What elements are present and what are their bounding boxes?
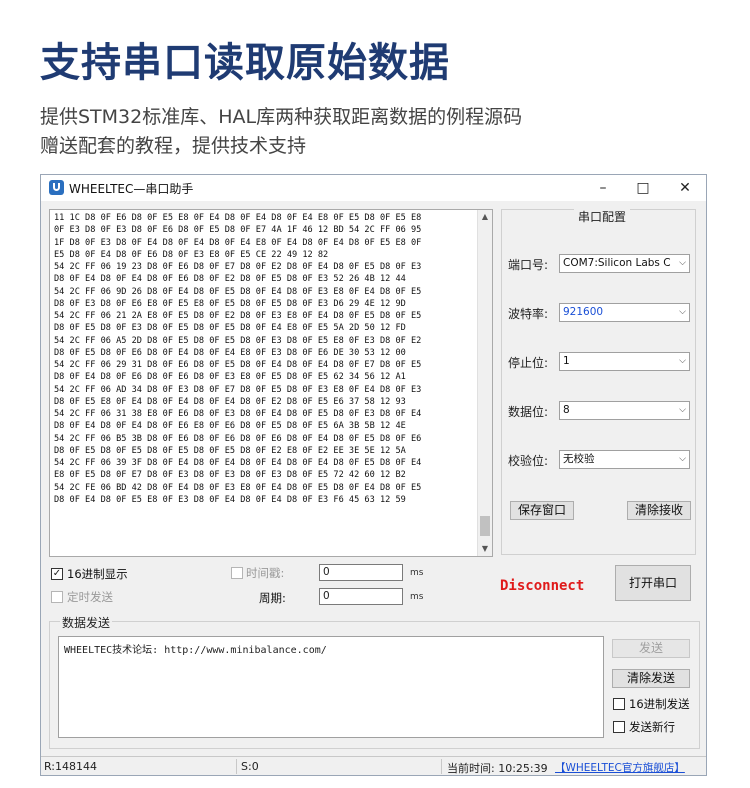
port-select[interactable]: COM7:Silicon Labs C ⌵ xyxy=(559,254,690,273)
maximize-button[interactable]: □ xyxy=(623,175,663,201)
timestamp-unit: ms xyxy=(410,568,424,578)
receive-line: D8 0F E5 E8 0F E4 D8 0F E4 D8 0F E4 D8 0… xyxy=(54,396,406,407)
hex-send-checkbox[interactable] xyxy=(613,698,625,710)
send-newline-checkbox[interactable] xyxy=(613,721,625,733)
chevron-down-icon: ⌵ xyxy=(679,307,686,317)
receive-line: D8 0F E5 D8 0F E5 D8 0F E5 D8 0F E5 D8 0… xyxy=(54,445,406,456)
stop-bits-value: 1 xyxy=(563,355,570,367)
receive-scrollbar[interactable]: ▲ ▼ xyxy=(477,210,492,556)
send-textarea[interactable]: WHEELTEC技术论坛: http://www.minibalance.com… xyxy=(58,636,604,738)
baud-select[interactable]: 921600 ⌵ xyxy=(559,303,690,322)
receive-line: 54 2C FF 06 AD 34 D8 0F E3 D8 0F E7 D8 0… xyxy=(54,384,422,395)
receive-text: 11 1C D8 0F E6 D8 0F E5 E8 0F E4 D8 0F E… xyxy=(50,210,492,506)
baud-label: 波特率: xyxy=(508,307,549,321)
chevron-down-icon: ⌵ xyxy=(679,356,686,366)
hex-display-label: 16进制显示 xyxy=(67,567,128,581)
period-unit: ms xyxy=(410,592,424,602)
receive-line: D8 0F E5 D8 0F E3 D8 0F E5 D8 0F E5 D8 0… xyxy=(54,323,406,334)
subtitle-line-2: 赠送配套的教程，提供技术支持 xyxy=(40,135,307,157)
receive-line: D8 0F E5 D8 0F E6 D8 0F E4 D8 0F E4 E8 0… xyxy=(54,347,406,358)
receive-line: D8 0F E4 D8 0F E4 D8 0F E6 D8 0F E2 D8 0… xyxy=(54,274,406,285)
status-divider xyxy=(236,759,237,774)
receive-line: D8 0F E3 D8 0F E6 E8 0F E5 E8 0F E5 D8 0… xyxy=(54,298,406,309)
port-label: 端口号: xyxy=(508,258,549,272)
receive-line: 54 2C FF 06 A5 2D D8 0F E5 D8 0F E5 D8 0… xyxy=(54,335,422,346)
received-count: R:148144 xyxy=(44,760,98,773)
baud-value: 921600 xyxy=(563,306,604,318)
minimize-button[interactable]: – xyxy=(583,175,623,201)
data-bits-label: 数据位: xyxy=(508,405,549,419)
receive-line: 54 2C FF 06 19 23 D8 0F E6 D8 0F E7 D8 0… xyxy=(54,262,422,272)
timed-send-label: 定时发送 xyxy=(67,590,113,604)
close-button[interactable]: ✕ xyxy=(665,175,705,201)
clear-receive-button[interactable]: 清除接收 xyxy=(627,501,691,520)
receive-line: 54 2C FF 06 21 2A E8 0F E5 D8 0F E2 D8 0… xyxy=(54,311,422,321)
receive-line: 54 2C FF 06 31 38 E8 0F E6 D8 0F E3 D8 0… xyxy=(54,409,422,419)
parity-select[interactable]: 无校验 ⌵ xyxy=(559,450,690,469)
save-window-button[interactable]: 保存窗口 xyxy=(510,501,574,520)
receive-line: D8 0F E4 D8 0F E6 D8 0F E6 D8 0F E3 E8 0… xyxy=(54,372,406,383)
receive-line: E8 0F E5 D8 0F E7 D8 0F E3 D8 0F E3 D8 0… xyxy=(54,470,406,481)
send-group-title: 数据发送 xyxy=(60,614,113,631)
data-bits-select[interactable]: 8 ⌵ xyxy=(559,401,690,420)
timed-send-checkbox[interactable] xyxy=(51,591,63,603)
hex-display-checkbox[interactable]: ✓ xyxy=(51,568,63,580)
port-config-group: 串口配置 端口号: COM7:Silicon Labs C ⌵ 波特率: 921… xyxy=(501,208,696,555)
parity-label: 校验位: xyxy=(508,454,549,468)
chevron-down-icon: ⌵ xyxy=(679,454,686,464)
hex-send-label: 16进制发送 xyxy=(629,697,690,711)
receive-line: 0F E3 D8 0F E3 D8 0F E6 D8 0F E5 D8 0F E… xyxy=(54,225,422,236)
receive-area[interactable]: 11 1C D8 0F E6 D8 0F E5 E8 0F E4 D8 0F E… xyxy=(49,209,493,557)
receive-line: 11 1C D8 0F E6 D8 0F E5 E8 0F E4 D8 0F E… xyxy=(54,213,422,223)
store-link[interactable]: 【WHEELTEC官方旗舰店】 xyxy=(555,760,685,775)
receive-line: 54 2C FF 06 29 31 D8 0F E6 D8 0F E5 D8 0… xyxy=(54,360,422,370)
receive-line: 54 2C FF 06 9D 26 D8 0F E4 D8 0F E5 D8 0… xyxy=(54,286,422,297)
data-bits-value: 8 xyxy=(563,404,570,416)
period-label: 周期: xyxy=(259,591,286,605)
receive-line: 54 2C FE 06 BD 42 D8 0F E4 D8 0F E3 E8 0… xyxy=(54,482,422,493)
receive-line: 1F D8 0F E3 D8 0F E4 D8 0F E4 D8 0F E4 E… xyxy=(54,237,422,248)
timestamp-label: 时间戳: xyxy=(246,566,285,580)
open-port-button[interactable]: 打开串口 xyxy=(615,565,691,601)
serial-assistant-window: WHEELTEC—串口助手 – □ ✕ 11 1C D8 0F E6 D8 0F… xyxy=(40,174,707,776)
receive-line: E5 D8 0F E4 D8 0F E6 D8 0F E3 E8 0F E5 C… xyxy=(54,249,329,260)
app-shield-icon xyxy=(49,180,64,195)
receive-line: 54 2C FF 06 39 3F D8 0F E4 D8 0F E4 D8 0… xyxy=(54,458,422,468)
receive-line: D8 0F E4 D8 0F E5 E8 0F E3 D8 0F E4 D8 0… xyxy=(54,494,406,505)
port-config-title: 串口配置 xyxy=(574,208,631,225)
current-time: 当前时间: 10:25:39 xyxy=(447,762,548,775)
chevron-down-icon: ⌵ xyxy=(679,258,686,268)
stop-bits-label: 停止位: xyxy=(508,356,549,370)
send-newline-label: 发送新行 xyxy=(629,720,675,734)
connection-status: Disconnect xyxy=(500,578,585,594)
receive-line: D8 0F E4 D8 0F E4 D8 0F E6 E8 0F E6 D8 0… xyxy=(54,421,406,432)
chevron-down-icon: ⌵ xyxy=(679,405,686,415)
status-bar: R:148144 S:0 当前时间: 10:25:39 【WHEELTEC官方旗… xyxy=(41,756,706,776)
port-value: COM7:Silicon Labs C xyxy=(563,257,671,269)
timestamp-input[interactable]: 0 xyxy=(319,564,403,581)
send-group: 数据发送 WHEELTEC技术论坛: http://www.minibalanc… xyxy=(49,614,700,749)
status-divider xyxy=(441,759,442,774)
clear-send-button[interactable]: 清除发送 xyxy=(612,669,690,688)
receive-line: 54 2C FF 06 B5 3B D8 0F E6 D8 0F E6 D8 0… xyxy=(54,433,422,444)
stop-bits-select[interactable]: 1 ⌵ xyxy=(559,352,690,371)
send-button[interactable]: 发送 xyxy=(612,639,690,658)
period-input[interactable]: 0 xyxy=(319,588,403,605)
subtitle-line-1: 提供STM32标准库、HAL库两种获取距离数据的例程源码 xyxy=(40,106,523,128)
window-title: WHEELTEC—串口助手 xyxy=(69,182,194,196)
title-bar[interactable]: WHEELTEC—串口助手 – □ ✕ xyxy=(41,175,706,201)
scroll-up-icon[interactable]: ▲ xyxy=(478,210,492,224)
scroll-thumb[interactable] xyxy=(480,516,490,536)
page-headline: 支持串口读取原始数据 xyxy=(40,40,450,86)
sent-count: S:0 xyxy=(241,760,259,773)
parity-value: 无校验 xyxy=(563,453,595,465)
timestamp-checkbox[interactable] xyxy=(231,567,243,579)
scroll-down-icon[interactable]: ▼ xyxy=(478,542,492,556)
